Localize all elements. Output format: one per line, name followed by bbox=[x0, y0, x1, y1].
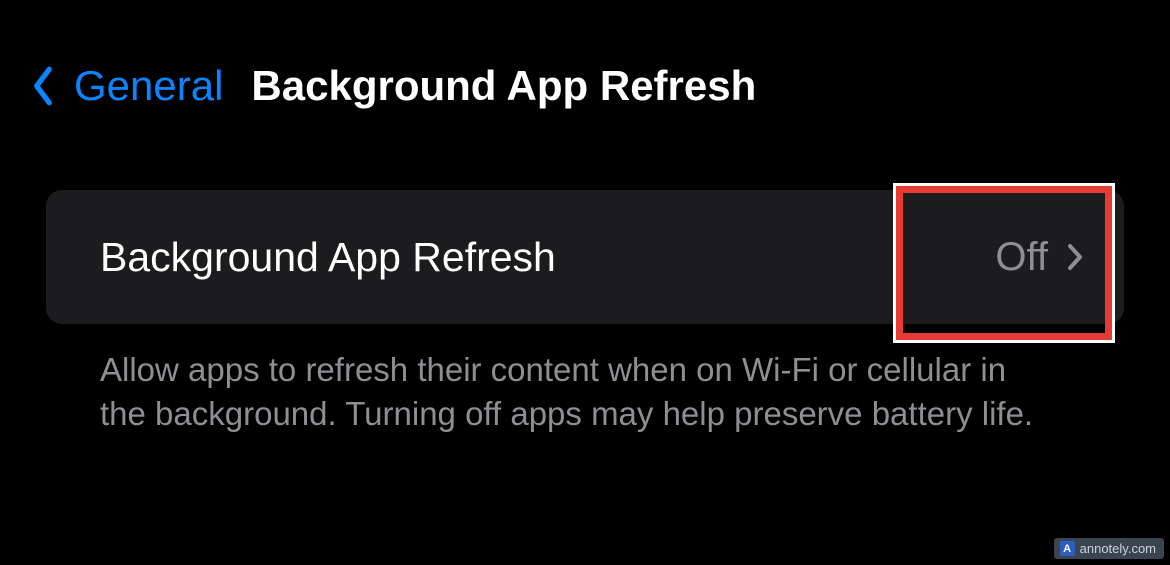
watermark: A annotely.com bbox=[1054, 538, 1164, 559]
chevron-right-icon bbox=[1066, 241, 1086, 273]
back-chevron-icon[interactable] bbox=[24, 62, 62, 110]
setting-description: Allow apps to refresh their content when… bbox=[46, 324, 1066, 435]
setting-value: Off bbox=[995, 235, 1048, 280]
watermark-text: annotely.com bbox=[1080, 541, 1156, 556]
setting-value-group: Off bbox=[995, 235, 1086, 280]
nav-header: General Background App Refresh bbox=[0, 0, 1170, 110]
content-area: Background App Refresh Off Allow apps to… bbox=[0, 110, 1170, 435]
setting-label: Background App Refresh bbox=[100, 234, 556, 281]
background-app-refresh-row[interactable]: Background App Refresh Off bbox=[46, 190, 1124, 324]
page-title: Background App Refresh bbox=[251, 62, 756, 110]
back-button-label[interactable]: General bbox=[74, 62, 223, 110]
watermark-badge-icon: A bbox=[1060, 541, 1075, 556]
